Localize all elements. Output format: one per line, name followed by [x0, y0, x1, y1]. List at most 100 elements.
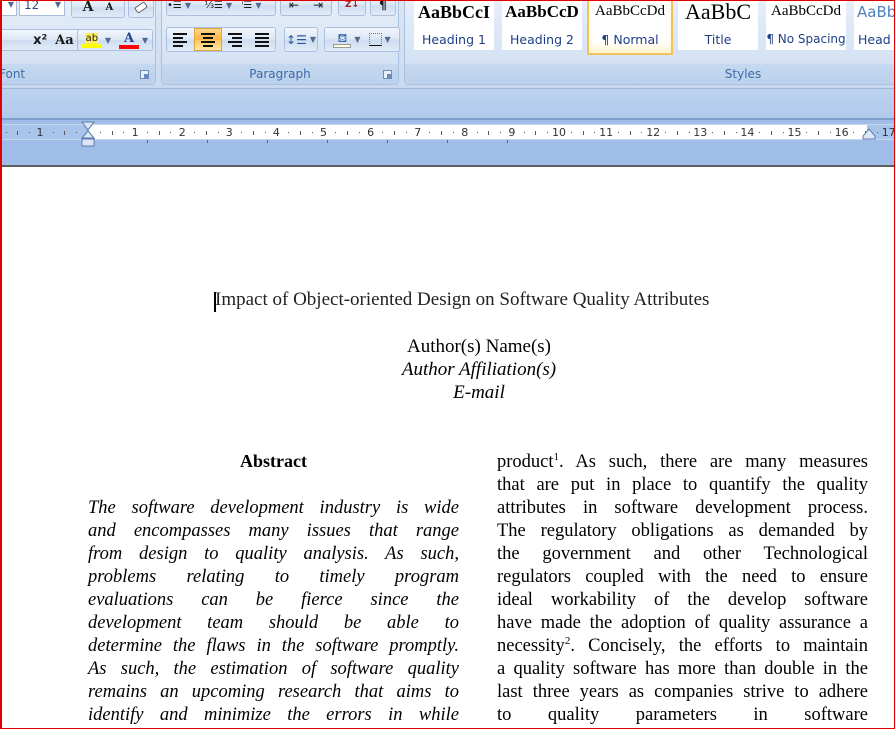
ruler-dot: [52, 132, 54, 133]
ruler-dot: [311, 132, 313, 133]
paragraph-dialog-launcher-icon[interactable]: [383, 70, 392, 79]
font-size-dropdown[interactable]: 12 ▼: [19, 0, 65, 16]
sort-button[interactable]: Z↓: [338, 0, 366, 16]
ruler-dot: [570, 132, 572, 133]
ruler-number: 9: [508, 126, 516, 139]
font-group: Font ▼ 12 ▼ A A x² Aa▼ ab ▼: [0, 0, 156, 85]
numbering-button[interactable]: ⅓☰ ▼: [204, 0, 241, 11]
default-tab-stop: [147, 140, 148, 143]
style-heading-partial[interactable]: AaBb Head: [854, 0, 895, 50]
ruler-tick: [158, 131, 160, 135]
abstract-line: and encompasses many issues that range: [88, 521, 459, 541]
style-no-spacing[interactable]: AaBbCcDd ¶ No Spacing: [766, 0, 846, 50]
shading-button[interactable]: ⛾ ▼: [333, 30, 361, 48]
justify-icon: [254, 32, 269, 47]
clear-formatting-button[interactable]: [128, 0, 154, 18]
ruler-dot: [264, 132, 266, 133]
list-buttons: •☰ ▼ ⅓☰ ▼ ⁱ☰ ▼: [166, 0, 276, 16]
paragraph-group-label: Paragraph: [249, 67, 311, 81]
indent-buttons: ⇤ ⇥: [280, 0, 332, 16]
ruler-tick: [441, 131, 443, 135]
ruler-dot: [29, 132, 31, 133]
ruler-number: 7: [414, 126, 422, 139]
align-center-button[interactable]: [193, 28, 222, 51]
ruler-dot: [547, 132, 549, 133]
increase-indent-button[interactable]: ⇥: [306, 0, 330, 12]
ruler-dot: [76, 132, 78, 133]
indent-marker-icon[interactable]: [81, 121, 95, 147]
ruler-tick: [535, 131, 537, 135]
ruler-dot: [876, 132, 878, 133]
ruler-tick: [723, 131, 725, 135]
abstract-line: development team should be able to: [88, 613, 459, 633]
ruler-tick: [818, 131, 820, 135]
style-heading-2[interactable]: AaBbCcD Heading 2: [502, 0, 582, 50]
bullets-button[interactable]: •☰ ▼: [167, 0, 204, 11]
font-group-label: Font: [0, 67, 26, 81]
styles-group-label: Styles: [724, 67, 762, 81]
default-tab-stop: [327, 140, 328, 143]
ruler-number: 15: [787, 126, 802, 139]
paragraph-group: Paragraph •☰ ▼ ⅓☰ ▼ ⁱ☰ ▼ ⇤ ⇥ Z↓ ¶ ↕☰ ▼ ⛾…: [161, 0, 400, 85]
line-spacing-button[interactable]: ↕☰ ▼: [284, 27, 318, 52]
ruler-tick: [770, 131, 772, 135]
right-indent-marker-icon[interactable]: [862, 128, 876, 140]
ruler-number: 12: [646, 126, 661, 139]
ruler-number: 13: [693, 126, 708, 139]
font-dialog-launcher-icon[interactable]: [140, 70, 149, 79]
ruler-dot: [476, 132, 478, 133]
borders-button[interactable]: ▼: [368, 33, 391, 46]
ruler-dot: [523, 132, 525, 133]
ruler-number: 6: [367, 126, 375, 139]
shrink-font-button[interactable]: A: [106, 2, 114, 13]
style-title[interactable]: AaBbC Title: [678, 0, 758, 50]
font-color-button[interactable]: A ▼: [119, 32, 148, 49]
ruler-number: 8: [461, 126, 469, 139]
author-email: E-mail: [453, 382, 505, 403]
grow-font-button[interactable]: A: [83, 0, 94, 15]
align-center-icon: [200, 32, 215, 47]
highlight-color-swatch: [81, 43, 102, 48]
ruler-dot: [453, 132, 455, 133]
ruler-dot: [217, 132, 219, 133]
font-name-dropdown[interactable]: ▼: [0, 0, 17, 16]
abstract-line: evaluations can be fierce since the: [88, 590, 459, 610]
body-line: a quality software has more than double …: [497, 659, 868, 679]
ruler-number: 17: [881, 126, 895, 139]
font-color-swatch: [119, 44, 139, 49]
abstract-heading: Abstract: [240, 451, 307, 471]
body-line: attributes in software development proce…: [497, 498, 868, 518]
ruler-dot: [829, 132, 831, 133]
body-line: The regulatory obligations as demanded b…: [497, 521, 868, 541]
style-heading-1[interactable]: AaBbCcI Heading 1: [414, 0, 494, 50]
ruler-number: 16: [834, 126, 849, 139]
ruler-dot: [170, 132, 172, 133]
style-normal[interactable]: AaBbCcDd ¶ Normal: [587, 0, 673, 55]
justify-button[interactable]: [248, 28, 275, 51]
highlighter-icon: ab: [85, 32, 99, 44]
horizontal-ruler[interactable]: 1 1 2 3 4 5 6 7 8 9 10 11 12 13 14 15 16 17: [0, 124, 895, 140]
ruler-dot: [853, 132, 855, 133]
decrease-indent-button[interactable]: ⇤: [282, 0, 306, 12]
highlight-button[interactable]: ab ▼: [81, 32, 111, 48]
paint-bucket-icon: ⛾: [337, 30, 348, 45]
align-left-button[interactable]: [167, 28, 194, 51]
ruler-dot: [806, 132, 808, 133]
font-color-icon: A: [123, 30, 135, 46]
document-page[interactable]: Impact of Object-oriented Design on Soft…: [0, 169, 895, 729]
color-buttons-row: ab ▼ A ▼: [77, 29, 153, 51]
body-line: have made the adoption of quality assura…: [497, 613, 868, 633]
ruler-dot: [123, 132, 125, 133]
align-right-button[interactable]: [222, 28, 249, 51]
document-title: Impact of Object-oriented Design on Soft…: [215, 289, 710, 310]
ruler-tick: [64, 131, 66, 135]
default-tab-stop: [447, 140, 448, 143]
superscript-button[interactable]: x²: [25, 33, 55, 48]
author-name: Author(s) Name(s): [406, 336, 552, 357]
multilevel-list-button[interactable]: ⁱ☰ ▼: [242, 0, 275, 11]
shading-borders-buttons: ⛾ ▼ ▼: [324, 27, 400, 52]
ruler-tick: [252, 131, 254, 135]
change-case-label: Aa: [55, 32, 74, 48]
styles-group: Styles AaBbCcI Heading 1 AaBbCcD Heading…: [404, 0, 895, 85]
show-formatting-marks-button[interactable]: ¶: [370, 0, 396, 16]
